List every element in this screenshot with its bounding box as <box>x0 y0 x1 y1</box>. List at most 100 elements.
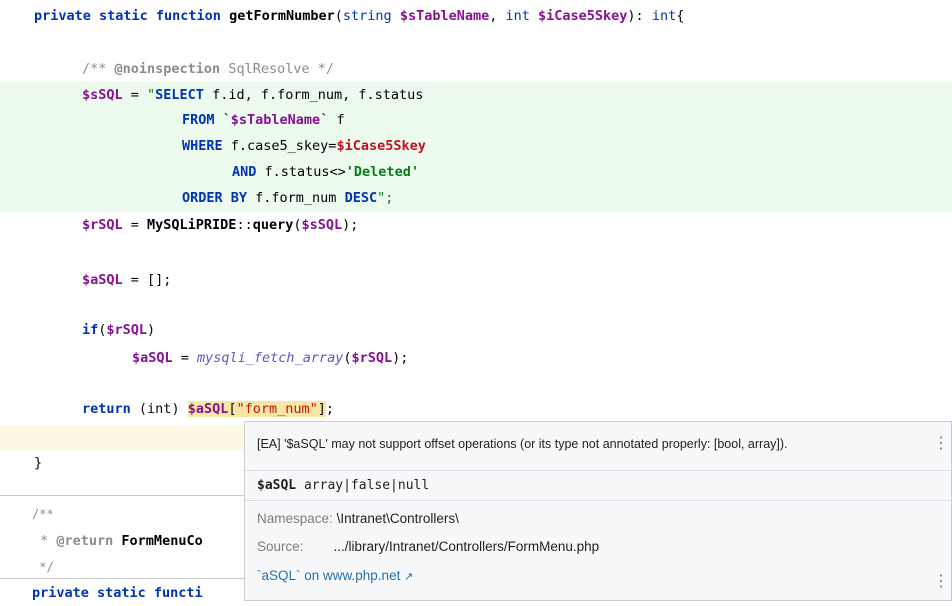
variable: $aSQL <box>132 350 173 366</box>
code-line-from: FROM `$sTableName` f <box>182 108 345 133</box>
inspection-warning: [EA] '$aSQL' may not support offset oper… <box>257 437 788 451</box>
punct: ): <box>627 8 652 24</box>
code-line-array: $aSQL = []; <box>82 268 171 293</box>
code-line-return: return (int) $aSQL["form_num"]; <box>82 397 334 422</box>
doc-comment: * <box>32 533 57 549</box>
class-name: MySQLiPRIDE <box>147 217 237 233</box>
variable: $rSQL <box>351 350 393 366</box>
external-link-icon[interactable]: ↗ <box>404 571 413 583</box>
class-name: FormMenuCo <box>113 533 203 549</box>
code-line-next-signature: private static functi <box>32 581 203 606</box>
php-net-link-row[interactable]: `aSQL` on www.php.net ↗ <box>257 568 413 583</box>
doc-comment: /** <box>32 507 54 521</box>
namespace-label: Namespace: <box>257 511 333 526</box>
code-line-and: AND f.status<>'Deleted' <box>232 160 419 185</box>
keyword: return <box>82 401 131 417</box>
sql-text: ` <box>214 112 231 128</box>
param: $iCase5Skey <box>538 8 628 24</box>
cast-type: int <box>147 401 172 417</box>
string-quote: " <box>147 87 156 103</box>
type-variable: $aSQL <box>257 478 297 493</box>
quick-documentation-popup[interactable]: [EA] '$aSQL' may not support offset oper… <box>244 421 952 601</box>
array-key: "form_num" <box>236 401 318 417</box>
popup-divider <box>245 470 951 471</box>
code-line-comment: /** @noinspection SqlResolve */ <box>82 57 334 82</box>
sql-keyword: DESC <box>344 190 378 206</box>
more-options-icon[interactable]: ⋮ <box>933 574 949 590</box>
source-value: .../library/Intranet/Controllers/FormMen… <box>333 539 600 554</box>
keyword: private static functi <box>32 585 203 601</box>
function-call: mysqli_fetch_array <box>197 350 344 366</box>
code-line-signature: private static function getFormNumber(st… <box>34 4 684 29</box>
punct: = <box>172 350 198 366</box>
bracket: ] <box>317 401 326 417</box>
comment-tag: @noinspection <box>114 61 221 77</box>
code-line-where: WHERE f.case5_skey=$iCase5Skey <box>182 134 426 159</box>
type: string <box>342 8 392 24</box>
sql-text: ` f <box>320 112 345 128</box>
popup-divider <box>245 500 951 501</box>
variable: $rSQL <box>82 217 123 233</box>
code-line-doc-return: * @return FormMenuCo <box>32 529 203 554</box>
punct: = <box>122 87 148 103</box>
doc-tag: @return <box>56 533 114 549</box>
type-info: $aSQL array|false|null <box>257 478 429 493</box>
punct: :: <box>236 217 253 233</box>
code-line-if: if($rSQL) <box>82 318 155 343</box>
code-line-doc-close: */ <box>32 555 54 580</box>
more-options-icon[interactable]: ⋮ <box>933 436 949 452</box>
punct: { <box>676 8 685 24</box>
sql-injection-highlight <box>0 108 952 212</box>
comment: SqlResolve */ <box>220 61 334 77</box>
punct: ) <box>147 322 156 338</box>
code-line-order: ORDER BY f.form_num DESC"; <box>182 186 393 211</box>
punct: } <box>34 455 43 471</box>
source-label: Source: <box>257 539 304 554</box>
type: int <box>505 8 530 24</box>
php-net-link[interactable]: `aSQL` on www.php.net <box>257 568 400 583</box>
sql-text: f.id, f.form_num, f.status <box>203 87 424 103</box>
code-line-sql: $sSQL = "SELECT f.id, f.form_num, f.stat… <box>82 83 423 108</box>
highlighted-variable[interactable]: $aSQL <box>187 401 229 417</box>
punct: = []; <box>122 272 172 288</box>
code-line-close-brace: } <box>34 451 42 476</box>
variable: $sSQL <box>82 87 123 103</box>
sql-keyword: FROM <box>182 112 215 128</box>
punct: , <box>489 8 506 24</box>
type-value: array|false|null <box>296 478 430 493</box>
sql-keyword: AND <box>232 164 257 180</box>
punct: ); <box>392 350 409 366</box>
sql-text: f.form_num <box>247 190 345 206</box>
keyword: if <box>82 322 99 338</box>
variable: $iCase5Skey <box>336 138 426 154</box>
keyword: private static function <box>34 8 221 24</box>
comment: /** <box>82 61 115 77</box>
code-line-fetch: $aSQL = mysqli_fetch_array($rSQL); <box>132 346 408 371</box>
punct: ); <box>342 217 359 233</box>
code-line-query: $rSQL = MySQLiPRIDE::query($sSQL); <box>82 213 358 238</box>
return-type: int <box>651 8 677 24</box>
sql-text: f.status<> <box>256 164 346 180</box>
punct: ( <box>334 8 343 24</box>
sql-keyword: WHERE <box>182 138 223 154</box>
sql-string: 'Deleted' <box>345 164 419 180</box>
function-name: getFormNumber <box>229 8 335 24</box>
namespace-row: Namespace: \Intranet\Controllers\ <box>257 511 459 526</box>
punct: ) <box>171 401 188 417</box>
variable: $aSQL <box>82 272 123 288</box>
doc-comment: */ <box>32 560 54 574</box>
variable: $sSQL <box>301 217 343 233</box>
param: $sTableName <box>399 8 490 24</box>
variable: $rSQL <box>106 322 148 338</box>
sql-text: f.case5_skey= <box>222 138 337 154</box>
punct: ; <box>325 401 335 417</box>
method-separator <box>0 578 245 579</box>
sql-keyword: SELECT <box>155 87 204 103</box>
method-name: query <box>252 217 294 233</box>
variable: $sTableName <box>230 112 321 128</box>
punct: = <box>122 217 148 233</box>
namespace-value: \Intranet\Controllers\ <box>336 511 459 526</box>
source-row: Source: .../library/Intranet/Controllers/… <box>257 539 599 554</box>
punct: ( <box>130 401 148 417</box>
code-line-doc-open: /** <box>32 502 54 527</box>
